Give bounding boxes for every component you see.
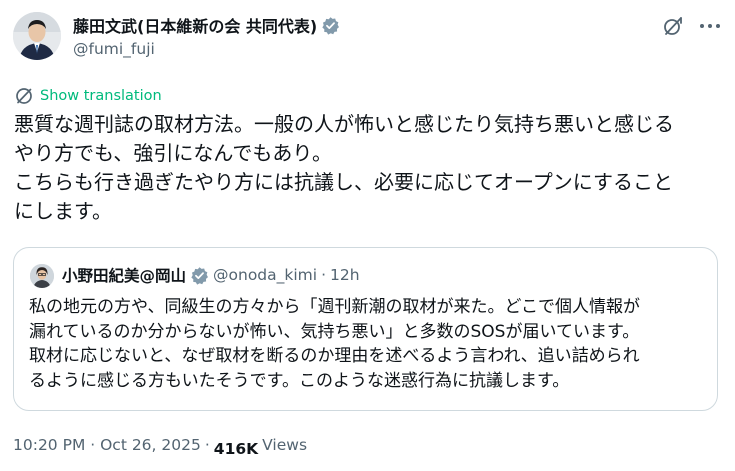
show-translation-button[interactable]: Show translation xyxy=(14,86,162,106)
grok-icon[interactable] xyxy=(662,15,684,37)
tweet-text: 悪質な週刊誌の取材方法。一般の人が怖いと感じたり気持ち悪いと感じる やり方でも、… xyxy=(14,110,726,226)
author-handle[interactable]: @fumi_fuji xyxy=(73,40,155,58)
quoted-author-name[interactable]: 小野田紀美@岡山 xyxy=(62,264,186,286)
quoted-author-handle[interactable]: @onoda_kimi xyxy=(213,266,317,284)
quoted-text-line: るように感じる方もいたそうです。このような迷惑行為に抗議します。 xyxy=(29,370,570,391)
tweet-text-line: にします。 xyxy=(14,199,112,223)
quoted-author-avatar[interactable] xyxy=(30,264,54,288)
more-options-icon[interactable] xyxy=(700,18,720,34)
tweet-text-line: 悪質な週刊誌の取材方法。一般の人が怖いと感じたり気持ち悪いと感じる xyxy=(14,112,674,136)
author-name-row: 藤田文武(日本維新の会 共同代表) xyxy=(73,13,340,37)
author-avatar[interactable] xyxy=(13,12,61,60)
show-translation-label[interactable]: Show translation xyxy=(40,88,162,104)
tweet-meta: 10:20 PM · Oct 26, 2025 · 416K Views xyxy=(13,436,307,458)
translate-icon xyxy=(14,86,34,106)
tweet: 藤田文武(日本維新の会 共同代表) @fumi_fuji Show transl… xyxy=(0,0,735,471)
views-label[interactable]: Views xyxy=(262,436,307,454)
quoted-text-line: 漏れているのか分からないが怖い、気持ち悪い」と多数のSOSが届いています。 xyxy=(29,321,640,342)
author-name[interactable]: 藤田文武(日本維新の会 共同代表) xyxy=(73,13,317,37)
quoted-tweet-header: 小野田紀美@岡山 @onoda_kimi · 12h xyxy=(62,264,360,286)
quoted-text-line: 私の地元の方や、同級生の方々から「週刊新潮の取材が来た。どこで個人情報が xyxy=(29,297,640,317)
meta-separator: · xyxy=(204,436,210,454)
verified-badge-icon[interactable] xyxy=(321,16,340,35)
quoted-tweet-text: 私の地元の方や、同級生の方々から「週刊新潮の取材が来た。どこで個人情報が 漏れて… xyxy=(29,295,709,393)
tweet-timestamp[interactable]: 10:20 PM · Oct 26, 2025 xyxy=(13,436,201,454)
quoted-verified-badge-icon xyxy=(190,266,209,285)
views-count[interactable]: 416K xyxy=(214,440,258,458)
tweet-text-line: やり方でも、強引になんでもあり。 xyxy=(14,141,332,165)
quoted-text-line: 取材に応じないと、なぜ取材を断るのか理由を述べるよう言われ、追い詰められ xyxy=(29,346,640,366)
quoted-separator: · xyxy=(321,266,327,284)
quoted-tweet-card[interactable]: 小野田紀美@岡山 @onoda_kimi · 12h 私の地元の方や、同級生の方… xyxy=(13,247,718,411)
quoted-timestamp[interactable]: 12h xyxy=(330,266,360,284)
tweet-text-line: こちらも行き過ぎたやり方には抗議し、必要に応じてオープンにすること xyxy=(14,170,673,194)
